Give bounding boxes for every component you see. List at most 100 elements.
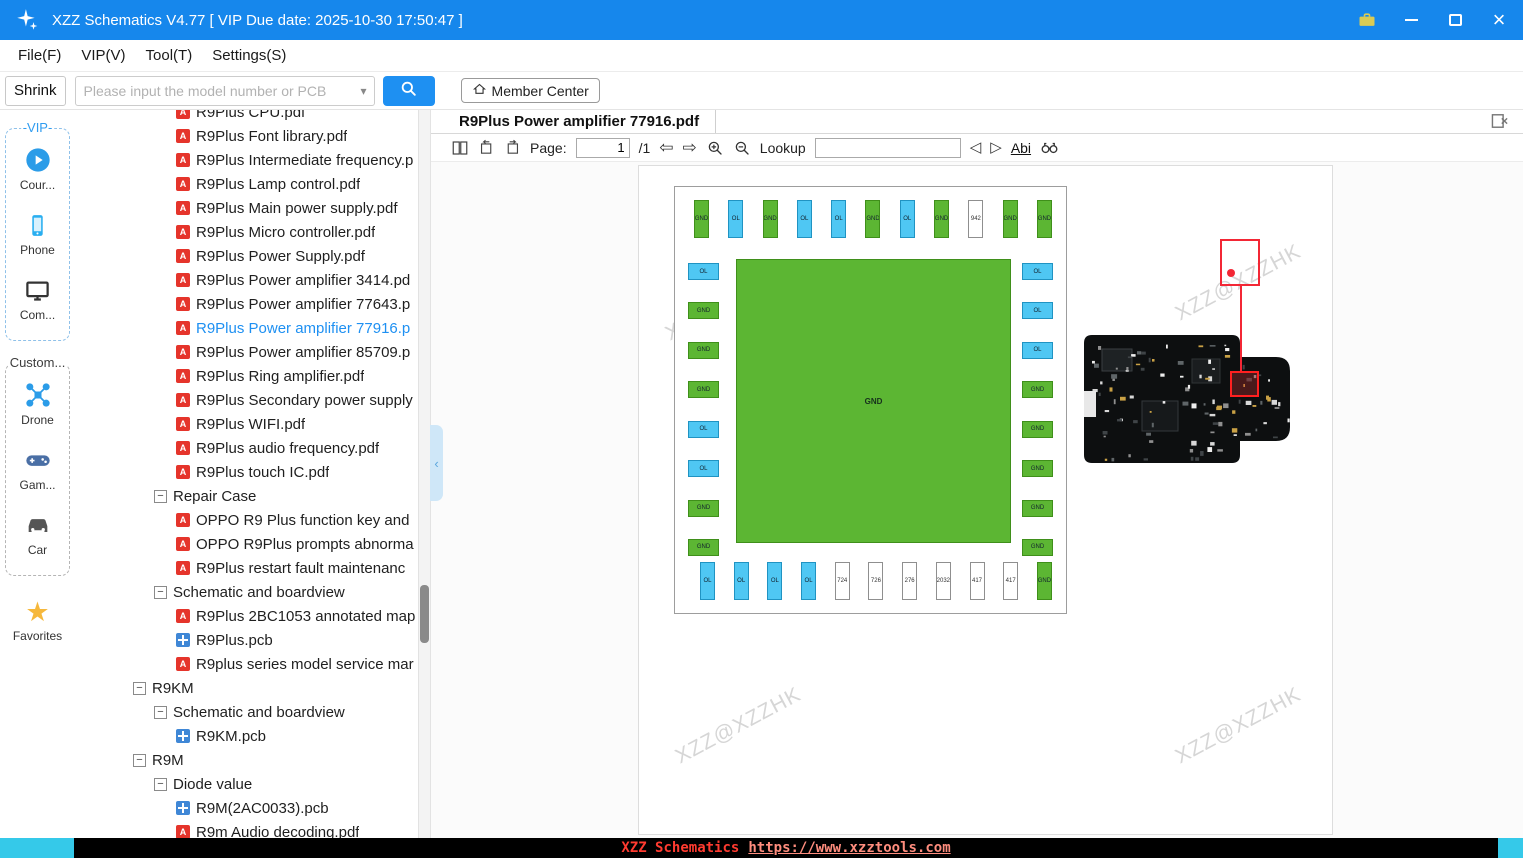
tree-item[interactable]: AR9Plus Ring amplifier.pdf xyxy=(75,364,430,388)
tree-item[interactable]: R9Plus.pcb xyxy=(75,628,430,652)
tree-item[interactable]: AOPPO R9Plus prompts abnorma xyxy=(75,532,430,556)
member-center-button[interactable]: Member Center xyxy=(461,78,600,103)
prev-result-icon[interactable]: ◁ xyxy=(970,140,982,155)
sidebar-item-car[interactable]: Car xyxy=(6,510,69,557)
tree-item[interactable]: AOPPO R9 Plus function key and xyxy=(75,508,430,532)
tree-item[interactable]: −Diode value xyxy=(75,772,430,796)
prev-page-icon[interactable]: ⇦ xyxy=(659,139,673,156)
close-button[interactable]: × xyxy=(1489,10,1509,30)
menu-item-tool[interactable]: Tool(T) xyxy=(136,47,203,64)
tree-item[interactable]: R9KM.pcb xyxy=(75,724,430,748)
tree-item[interactable]: −Schematic and boardview xyxy=(75,580,430,604)
collapse-panel-handle[interactable]: ‹ xyxy=(430,425,443,501)
scrollbar-thumb[interactable] xyxy=(420,585,429,643)
pdf-icon: A xyxy=(176,561,190,575)
facing-pages-icon[interactable] xyxy=(451,139,469,157)
menu-item-settings[interactable]: Settings(S) xyxy=(202,47,296,64)
tree-item[interactable]: AR9m Audio decoding.pdf xyxy=(75,820,430,838)
chip-pin: OL xyxy=(734,562,749,600)
tree-item[interactable]: AR9Plus Power amplifier 77643.p xyxy=(75,292,430,316)
main-toolbar: Shrink ▾ Member Center xyxy=(0,72,1523,110)
tree-item[interactable]: AR9Plus CPU.pdf xyxy=(75,110,430,124)
menu-item-file[interactable]: File(F) xyxy=(8,47,71,64)
chip-pin: GND xyxy=(1037,200,1052,238)
sidebar-item-label: Cour... xyxy=(20,178,55,192)
tree-item-label: R9Plus Lamp control.pdf xyxy=(196,176,360,193)
tree-item[interactable]: AR9Plus Intermediate frequency.p xyxy=(75,148,430,172)
minimize-button[interactable] xyxy=(1401,10,1421,30)
sidebar-item-drone[interactable]: Drone xyxy=(6,380,69,427)
tree-item[interactable]: R9M(2AC0033).pcb xyxy=(75,796,430,820)
tree-item[interactable]: AR9Plus Micro controller.pdf xyxy=(75,220,430,244)
rotate-right-icon[interactable] xyxy=(504,139,521,156)
tree-item-label: R9Plus Power amplifier 77643.p xyxy=(196,296,410,313)
tree-item[interactable]: AR9Plus Power amplifier 85709.p xyxy=(75,340,430,364)
pdf-icon: A xyxy=(176,321,190,335)
pcb-icon xyxy=(176,801,190,815)
chevron-down-icon[interactable]: ▾ xyxy=(361,84,374,98)
tree-item[interactable]: AR9Plus Font library.pdf xyxy=(75,124,430,148)
tree-item-label: R9M xyxy=(152,752,184,769)
chip-pin: GND xyxy=(763,200,778,238)
tree-item[interactable]: AR9Plus 2BC1053 annotated map xyxy=(75,604,430,628)
tree-item-label: Schematic and boardview xyxy=(173,584,345,601)
sidebar-item-com[interactable]: Com... xyxy=(6,275,69,322)
tree-item[interactable]: −R9M xyxy=(75,748,430,772)
tree-item-label: R9Plus Power amplifier 85709.p xyxy=(196,344,410,361)
tree-item[interactable]: AR9Plus Secondary power supply xyxy=(75,388,430,412)
next-result-icon[interactable]: ▷ xyxy=(990,140,1002,155)
search-input[interactable] xyxy=(76,83,361,99)
chip-pin: GND xyxy=(688,342,719,359)
tree-scrollbar[interactable] xyxy=(418,110,430,838)
document-tab[interactable]: R9Plus Power amplifier 77916.pdf xyxy=(431,110,716,133)
chip-pin: OL xyxy=(767,562,782,600)
chip-pin: 942 xyxy=(968,200,983,238)
rotate-left-icon[interactable] xyxy=(478,139,495,156)
chip-pin: GND xyxy=(1037,562,1052,600)
tree-item[interactable]: AR9Plus audio frequency.pdf xyxy=(75,436,430,460)
chip-pin: 724 xyxy=(835,562,850,600)
lookup-input[interactable] xyxy=(815,138,961,158)
tree-item[interactable]: AR9Plus Lamp control.pdf xyxy=(75,172,430,196)
status-url[interactable]: https://www.xzztools.com xyxy=(748,840,950,856)
tree-item[interactable]: AR9Plus restart fault maintenanc xyxy=(75,556,430,580)
tree-item[interactable]: −Repair Case xyxy=(75,484,430,508)
tree-item[interactable]: AR9Plus Power amplifier 77916.p xyxy=(75,316,430,340)
tree-item[interactable]: AR9Plus WIFI.pdf xyxy=(75,412,430,436)
tree-item[interactable]: AR9Plus Power Supply.pdf xyxy=(75,244,430,268)
tree-item-label: R9Plus Ring amplifier.pdf xyxy=(196,368,364,385)
text-select-tool[interactable]: Abi xyxy=(1011,140,1031,156)
close-document-icon[interactable] xyxy=(1491,113,1509,129)
page-input[interactable] xyxy=(576,138,630,158)
pdf-icon: A xyxy=(176,825,190,838)
favorites-button[interactable]: ★ Favorites xyxy=(0,598,75,643)
sidebar-item-label: Gam... xyxy=(19,478,55,492)
zoom-in-icon[interactable] xyxy=(706,139,724,157)
tree-item[interactable]: AR9Plus Main power supply.pdf xyxy=(75,196,430,220)
tree-item-label: R9Plus Power amplifier 3414.pd xyxy=(196,272,410,289)
member-center-label: Member Center xyxy=(492,83,589,99)
menu-item-vip[interactable]: VIP(V) xyxy=(71,47,135,64)
zoom-out-icon[interactable] xyxy=(733,139,751,157)
tree-item[interactable]: −Schematic and boardview xyxy=(75,700,430,724)
tree-item[interactable]: −R9KM xyxy=(75,676,430,700)
briefcase-icon[interactable] xyxy=(1357,10,1377,30)
sidebar-item-cour[interactable]: Cour... xyxy=(6,145,69,192)
tree-item[interactable]: AR9plus series model service mar xyxy=(75,652,430,676)
next-page-icon[interactable]: ⇨ xyxy=(683,139,697,156)
pdf-icon: A xyxy=(176,153,190,167)
chip-pin: OL xyxy=(831,200,846,238)
maximize-button[interactable] xyxy=(1445,10,1465,30)
pdf-icon: A xyxy=(176,657,190,671)
binoculars-icon[interactable] xyxy=(1040,138,1059,157)
tree-item[interactable]: AR9Plus touch IC.pdf xyxy=(75,460,430,484)
sidebar-item-phone[interactable]: Phone xyxy=(6,210,69,257)
tree-item[interactable]: AR9Plus Power amplifier 3414.pd xyxy=(75,268,430,292)
sidebar-item-gam[interactable]: Gam... xyxy=(6,445,69,492)
search-button[interactable] xyxy=(383,76,435,106)
shrink-button[interactable]: Shrink xyxy=(5,76,66,106)
tree-item-label: R9Plus touch IC.pdf xyxy=(196,464,329,481)
gamepad-icon xyxy=(24,445,52,475)
pdf-icon: A xyxy=(176,513,190,527)
pdf-icon: A xyxy=(176,110,190,119)
